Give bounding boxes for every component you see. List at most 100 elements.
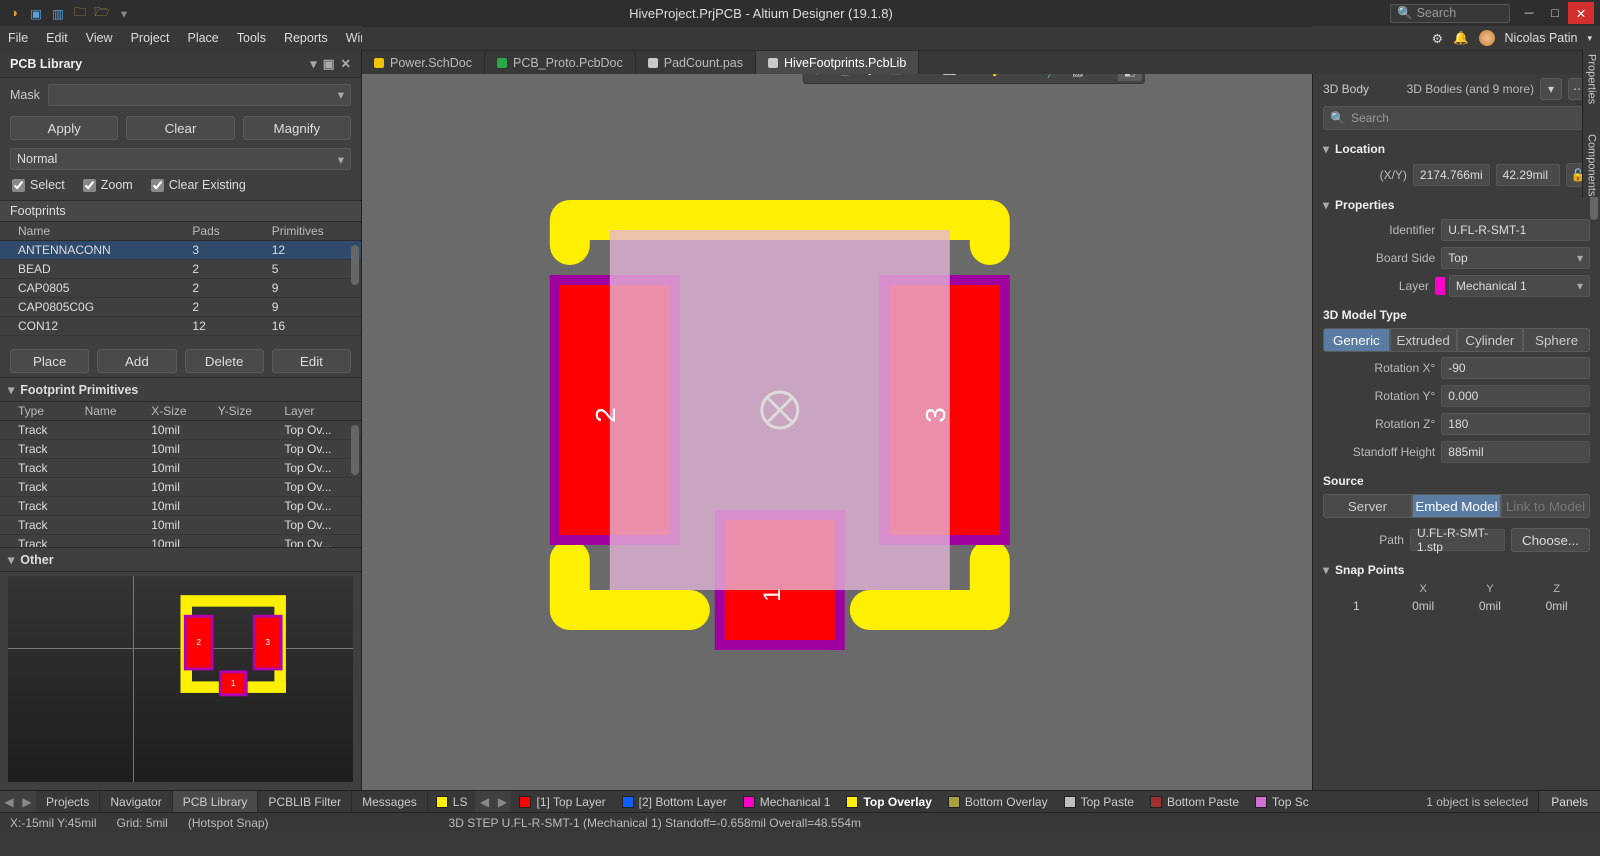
table-row[interactable]: Track10milTop Ov...: [0, 497, 361, 516]
panel-tab[interactable]: Projects: [36, 791, 100, 812]
magnify-button[interactable]: Magnify: [243, 116, 351, 140]
scrollbar-thumb[interactable]: [351, 245, 359, 285]
add-button[interactable]: Add: [97, 349, 176, 373]
source-embed[interactable]: Embed Model: [1412, 494, 1501, 518]
table-row[interactable]: CON121216: [0, 317, 361, 336]
table-row[interactable]: Track10milTop Ov...: [0, 459, 361, 478]
model-type-extruded[interactable]: Extruded: [1390, 328, 1457, 352]
source-server[interactable]: Server: [1323, 494, 1412, 518]
rot-x-input[interactable]: -90: [1441, 357, 1590, 379]
document-tab[interactable]: PadCount.pas: [636, 51, 756, 74]
layer-tab[interactable]: Bottom Overlay: [940, 791, 1056, 812]
layer-set-label[interactable]: LS: [453, 795, 468, 809]
check-zoom[interactable]: Zoom: [83, 178, 133, 192]
user-name[interactable]: Nicolas Patin: [1505, 31, 1578, 45]
standoff-input[interactable]: 885mil: [1441, 441, 1590, 463]
table-row[interactable]: CAP0805C0G29: [0, 298, 361, 317]
layer-nav-left[interactable]: ◀: [475, 791, 493, 812]
model-type-sphere[interactable]: Sphere: [1523, 328, 1590, 352]
panel-tab[interactable]: PCB Library: [173, 791, 259, 812]
col-layer[interactable]: Layer: [284, 404, 351, 418]
place-button[interactable]: Place: [10, 349, 89, 373]
tab-nav-right[interactable]: ▶: [18, 791, 36, 812]
check-select[interactable]: Select: [12, 178, 65, 192]
document-tab[interactable]: Power.SchDoc: [362, 51, 485, 74]
menu-project[interactable]: Project: [131, 31, 170, 45]
col-primitives[interactable]: Primitives: [272, 224, 351, 238]
layer-tab[interactable]: [2] Bottom Layer: [614, 791, 735, 812]
maximize-button[interactable]: □: [1542, 2, 1568, 24]
model-type-generic[interactable]: Generic: [1323, 328, 1390, 352]
clear-button[interactable]: Clear: [126, 116, 234, 140]
other-header[interactable]: Other: [0, 547, 361, 572]
delete-button[interactable]: Delete: [185, 349, 264, 373]
col-type[interactable]: Type: [18, 404, 85, 418]
global-search[interactable]: 🔍 Search: [1390, 4, 1510, 23]
menu-place[interactable]: Place: [187, 31, 218, 45]
scrollbar-thumb[interactable]: [351, 425, 359, 475]
side-tab-properties[interactable]: Properties: [1586, 54, 1598, 104]
dropdown-icon[interactable]: ▾: [310, 56, 316, 71]
menu-edit[interactable]: Edit: [46, 31, 68, 45]
apply-button[interactable]: Apply: [10, 116, 118, 140]
filter-button[interactable]: ▾: [1540, 78, 1562, 100]
document-tab[interactable]: PCB_Proto.PcbDoc: [485, 51, 636, 74]
panels-button[interactable]: Panels: [1538, 791, 1600, 812]
open-icon[interactable]: 🗀: [72, 5, 88, 21]
layer-nav-right[interactable]: ▶: [493, 791, 511, 812]
tab-nav-left[interactable]: ◀: [0, 791, 18, 812]
menu-reports[interactable]: Reports: [284, 31, 328, 45]
pcb-canvas[interactable]: ▾ ⎘ ✚ ▭ ⫞ ⌫ ● 🔑 A ╱ ▨ ⫠ ◧: [362, 50, 1312, 790]
open-project-icon[interactable]: 🗁: [94, 5, 110, 21]
layer-tab[interactable]: Top Paste: [1056, 791, 1142, 812]
layer-tab[interactable]: Bottom Paste: [1142, 791, 1247, 812]
bell-icon[interactable]: 🔔: [1453, 31, 1469, 46]
footprint-primitives-header[interactable]: Footprint Primitives: [0, 377, 361, 402]
view-mode-combo[interactable]: Normal: [10, 148, 351, 170]
panel-tab[interactable]: Navigator: [100, 791, 172, 812]
panel-tab[interactable]: PCBLIB Filter: [258, 791, 352, 812]
col-ysize[interactable]: Y-Size: [218, 404, 285, 418]
panel-tab[interactable]: Messages: [352, 791, 428, 812]
menu-file[interactable]: File: [8, 31, 28, 45]
board-side-combo[interactable]: Top: [1441, 247, 1590, 269]
properties-search[interactable]: 🔍 Search: [1323, 106, 1590, 130]
path-input[interactable]: U.FL-R-SMT-1.stp: [1410, 529, 1505, 551]
layer-tab[interactable]: [1] Top Layer: [511, 791, 613, 812]
table-row[interactable]: Track10milTop Ov...: [0, 535, 361, 547]
table-row[interactable]: Track10milTop Ov...: [0, 440, 361, 459]
layer-tab[interactable]: Top Overlay: [838, 791, 939, 812]
mask-input[interactable]: [48, 84, 351, 106]
side-tab-components[interactable]: Components: [1586, 134, 1598, 196]
menu-view[interactable]: View: [86, 31, 113, 45]
section-properties[interactable]: Properties: [1323, 194, 1590, 216]
layer-tab[interactable]: Mechanical 1: [735, 791, 839, 812]
table-row[interactable]: CAP080529: [0, 279, 361, 298]
section-snap[interactable]: Snap Points: [1323, 559, 1590, 581]
col-xsize[interactable]: X-Size: [151, 404, 218, 418]
avatar[interactable]: [1479, 30, 1495, 46]
table-row[interactable]: Track10milTop Ov...: [0, 516, 361, 535]
edit-button[interactable]: Edit: [272, 349, 351, 373]
layer-combo[interactable]: Mechanical 1: [1449, 275, 1590, 297]
save-icon[interactable]: ▣: [28, 5, 44, 21]
check-clear-existing[interactable]: Clear Existing: [151, 178, 246, 192]
footprints-scroll[interactable]: ANTENNACONN312BEAD25CAP080529CAP0805C0G2…: [0, 241, 361, 345]
source-link[interactable]: Link to Model: [1501, 494, 1590, 518]
rot-y-input[interactable]: 0.000: [1441, 385, 1590, 407]
col-name[interactable]: Name: [85, 404, 152, 418]
table-row[interactable]: Track10milTop Ov...: [0, 421, 361, 440]
section-location[interactable]: Location: [1323, 138, 1590, 160]
choose-button[interactable]: Choose...: [1511, 528, 1590, 552]
col-pads[interactable]: Pads: [192, 224, 271, 238]
table-row[interactable]: Track10milTop Ov...: [0, 478, 361, 497]
snap-row[interactable]: 10mil0mil0mil: [1323, 597, 1590, 615]
model-type-cylinder[interactable]: Cylinder: [1457, 328, 1524, 352]
identifier-input[interactable]: U.FL-R-SMT-1: [1441, 219, 1590, 241]
close-button[interactable]: ✕: [1568, 2, 1594, 24]
dropdown-icon[interactable]: ▾: [116, 5, 132, 21]
menu-tools[interactable]: Tools: [237, 31, 266, 45]
gear-icon[interactable]: ⚙: [1432, 31, 1443, 46]
x-input[interactable]: 2174.766mi: [1413, 164, 1490, 186]
table-row[interactable]: ANTENNACONN312: [0, 241, 361, 260]
